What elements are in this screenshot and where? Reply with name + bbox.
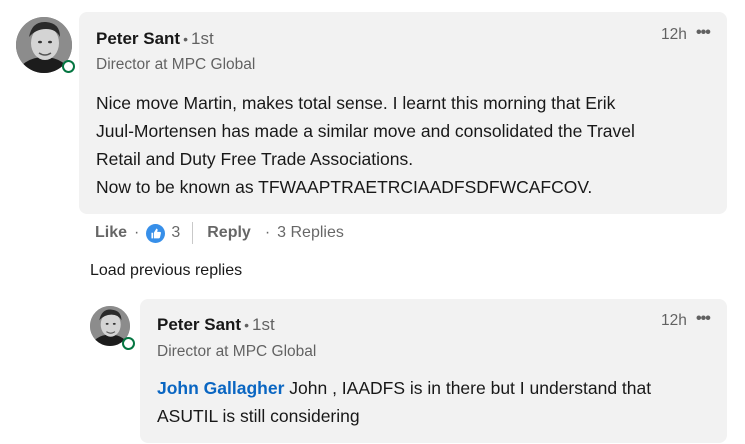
reply-bubble: Peter Sant • 1st Director at MPC Global 12… (140, 299, 727, 443)
reaction-count[interactable]: 3 (171, 224, 180, 242)
reply-text-line: ASUTIL is still considering (157, 406, 360, 426)
separator-dot: • (244, 317, 249, 333)
comment-actions: Like · 3 Reply · 3 Replies (95, 222, 344, 244)
reply-button[interactable]: Reply (207, 224, 251, 242)
comment-bubble: Peter Sant • 1st Director at MPC Global 12… (79, 12, 727, 214)
author-headline: Director at MPC Global (157, 343, 317, 360)
online-status-icon (122, 337, 135, 350)
timestamp: 12h (661, 26, 687, 43)
comment-text-line: Juul-Mortensen has made a similar move a… (96, 121, 635, 141)
connection-degree: 1st (252, 315, 275, 334)
more-options-icon[interactable]: ••• (696, 24, 711, 42)
replies-count-link[interactable]: 3 Replies (277, 224, 344, 242)
comment-text: Nice move Martin, makes total sense. I l… (96, 89, 635, 201)
reply-text-line: John Gallagher John , IAADFS is in there… (157, 374, 651, 402)
mention-link[interactable]: John Gallagher (157, 378, 284, 398)
separator-dot: · (264, 224, 271, 241)
divider (192, 222, 194, 244)
comment-text-line: Now to be known as TFWAAPTRAETRCIAADFSDF… (96, 177, 593, 197)
avatar[interactable] (90, 306, 135, 350)
comment-author-line: Peter Sant • 1st (96, 29, 214, 49)
comment-text-line: Retail and Duty Free Trade Associations. (96, 149, 414, 169)
comment-text-line: Nice move Martin, makes total sense. I l… (96, 93, 616, 113)
separator-dot: · (134, 224, 140, 241)
separator-dot: • (183, 31, 188, 47)
reply-text-segment: John , IAADFS is in there but I understa… (284, 378, 652, 398)
online-status-icon (62, 60, 75, 73)
more-options-icon[interactable]: ••• (696, 310, 711, 328)
timestamp: 12h (661, 312, 687, 329)
connection-degree: 1st (191, 29, 214, 48)
like-button[interactable]: Like (95, 224, 127, 242)
avatar[interactable] (16, 17, 75, 73)
author-name[interactable]: Peter Sant (157, 315, 241, 334)
like-reaction-icon[interactable] (146, 223, 166, 243)
reply-author-line: Peter Sant • 1st (157, 315, 275, 335)
author-headline: Director at MPC Global (96, 56, 256, 73)
load-previous-replies-button[interactable]: Load previous replies (90, 262, 242, 280)
reply-text: John Gallagher John , IAADFS is in there… (157, 374, 651, 430)
author-name[interactable]: Peter Sant (96, 29, 180, 48)
